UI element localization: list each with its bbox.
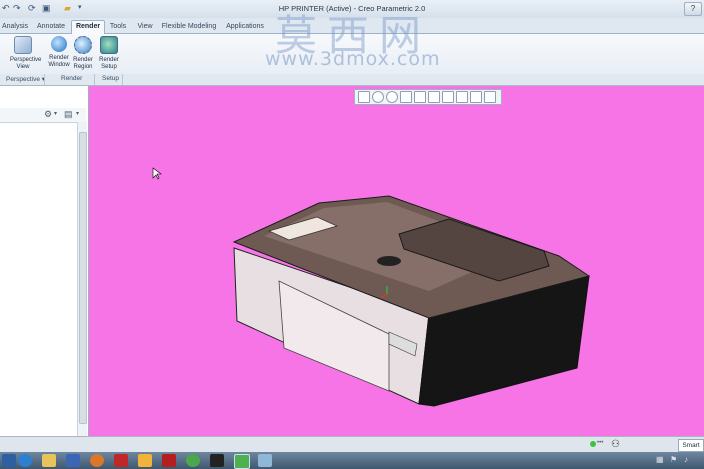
watermark-url: www.3dmox.com [265, 48, 441, 70]
view-toolbar-icons [354, 89, 502, 105]
creo-icon[interactable] [234, 454, 250, 469]
tray-flag-icon[interactable]: ⚑ [670, 455, 677, 464]
status-bar: ••• ⚇ Smart [0, 436, 704, 453]
chevron-down-icon[interactable]: ▾ [54, 110, 57, 117]
app-icon-red[interactable] [114, 454, 128, 467]
display-style-icon[interactable] [428, 91, 440, 103]
printer-model-canvas[interactable] [89, 86, 704, 436]
mouse-cursor [152, 167, 162, 180]
graphics-viewport[interactable] [89, 86, 704, 436]
tab-view[interactable]: View [134, 21, 156, 33]
terminal-icon[interactable] [210, 454, 224, 467]
tab-render[interactable]: Render [71, 20, 105, 34]
selection-filter[interactable]: Smart [678, 439, 704, 452]
tree-scrollbar[interactable] [77, 122, 87, 436]
pdf-icon[interactable] [162, 454, 176, 467]
perspective-view-label: Perspective View [10, 57, 42, 70]
render-setup-button[interactable]: Render Setup [96, 35, 122, 73]
perspective-view-button[interactable]: Perspective View [10, 35, 41, 73]
render-region-icon [74, 36, 92, 54]
zoom-fit-icon[interactable] [358, 91, 370, 103]
binoculars-icon[interactable]: ⚇ [611, 439, 620, 450]
tab-analysis[interactable]: Analysis [0, 21, 30, 33]
group-perspective-label: Perspective [6, 76, 40, 83]
render-setup-label: Render Setup [99, 57, 119, 70]
render-region-button[interactable]: Render Region [70, 35, 96, 73]
tab-annotate[interactable]: Annotate [33, 21, 69, 33]
media-icon[interactable] [66, 454, 80, 467]
image-viewer-icon[interactable] [258, 454, 272, 467]
status-led-icon [590, 441, 596, 447]
paint-icon[interactable] [138, 454, 152, 467]
printer-logo [377, 256, 401, 266]
chevron-down-icon[interactable]: ▾ [76, 110, 79, 117]
tray-volume-icon[interactable]: ♪ [684, 455, 688, 464]
annotation-display-icon[interactable] [484, 91, 496, 103]
perspective-view-icon [14, 36, 32, 54]
render-setup-icon [100, 36, 118, 54]
tab-tools[interactable]: Tools [105, 21, 131, 33]
group-separator [122, 74, 123, 85]
repaint-icon[interactable] [400, 91, 412, 103]
chrome-icon[interactable] [186, 454, 200, 467]
group-render: Render [61, 75, 83, 82]
scrollbar-thumb[interactable] [79, 132, 87, 424]
render-region-label: Render Region [73, 57, 93, 70]
status-dots: ••• [597, 440, 604, 446]
saved-views-icon[interactable] [414, 91, 426, 103]
group-separator [44, 74, 45, 85]
tab-flexible-modeling[interactable]: Flexible Modeling [160, 21, 218, 33]
show-filter-icon[interactable]: ▤ [64, 109, 73, 120]
model-tree-toolbar: ⚙ ▾ ▤ ▾ [0, 108, 86, 123]
datum-display-icon[interactable] [456, 91, 468, 103]
render-window-button[interactable]: Render Window [46, 35, 72, 73]
firefox-icon[interactable] [90, 454, 104, 467]
explorer-icon[interactable] [42, 454, 56, 467]
model-tree-panel: ⚙ ▾ ▤ ▾ [0, 86, 89, 436]
group-perspective[interactable]: Perspective ▾ [6, 75, 45, 83]
ribbon-group-row: Perspective ▾ Render Setup [0, 74, 704, 86]
tab-applications[interactable]: Applications [222, 21, 268, 33]
tray-network-icon[interactable]: ▦ [656, 455, 664, 464]
taskbar: ▦ ⚑ ♪ [0, 452, 704, 469]
group-separator [94, 74, 95, 85]
group-setup: Setup [102, 75, 119, 82]
help-button[interactable]: ? [684, 2, 702, 16]
render-window-icon [51, 36, 67, 52]
start-icon[interactable] [2, 454, 16, 467]
render-window-label: Render Window [48, 55, 70, 68]
spin-center-icon[interactable] [470, 91, 482, 103]
zoom-out-icon[interactable] [386, 91, 398, 103]
tree-settings-icon[interactable]: ⚙ [44, 109, 52, 120]
ie-icon[interactable] [18, 454, 32, 467]
zoom-in-icon[interactable] [372, 91, 384, 103]
named-view-icon[interactable] [442, 91, 454, 103]
